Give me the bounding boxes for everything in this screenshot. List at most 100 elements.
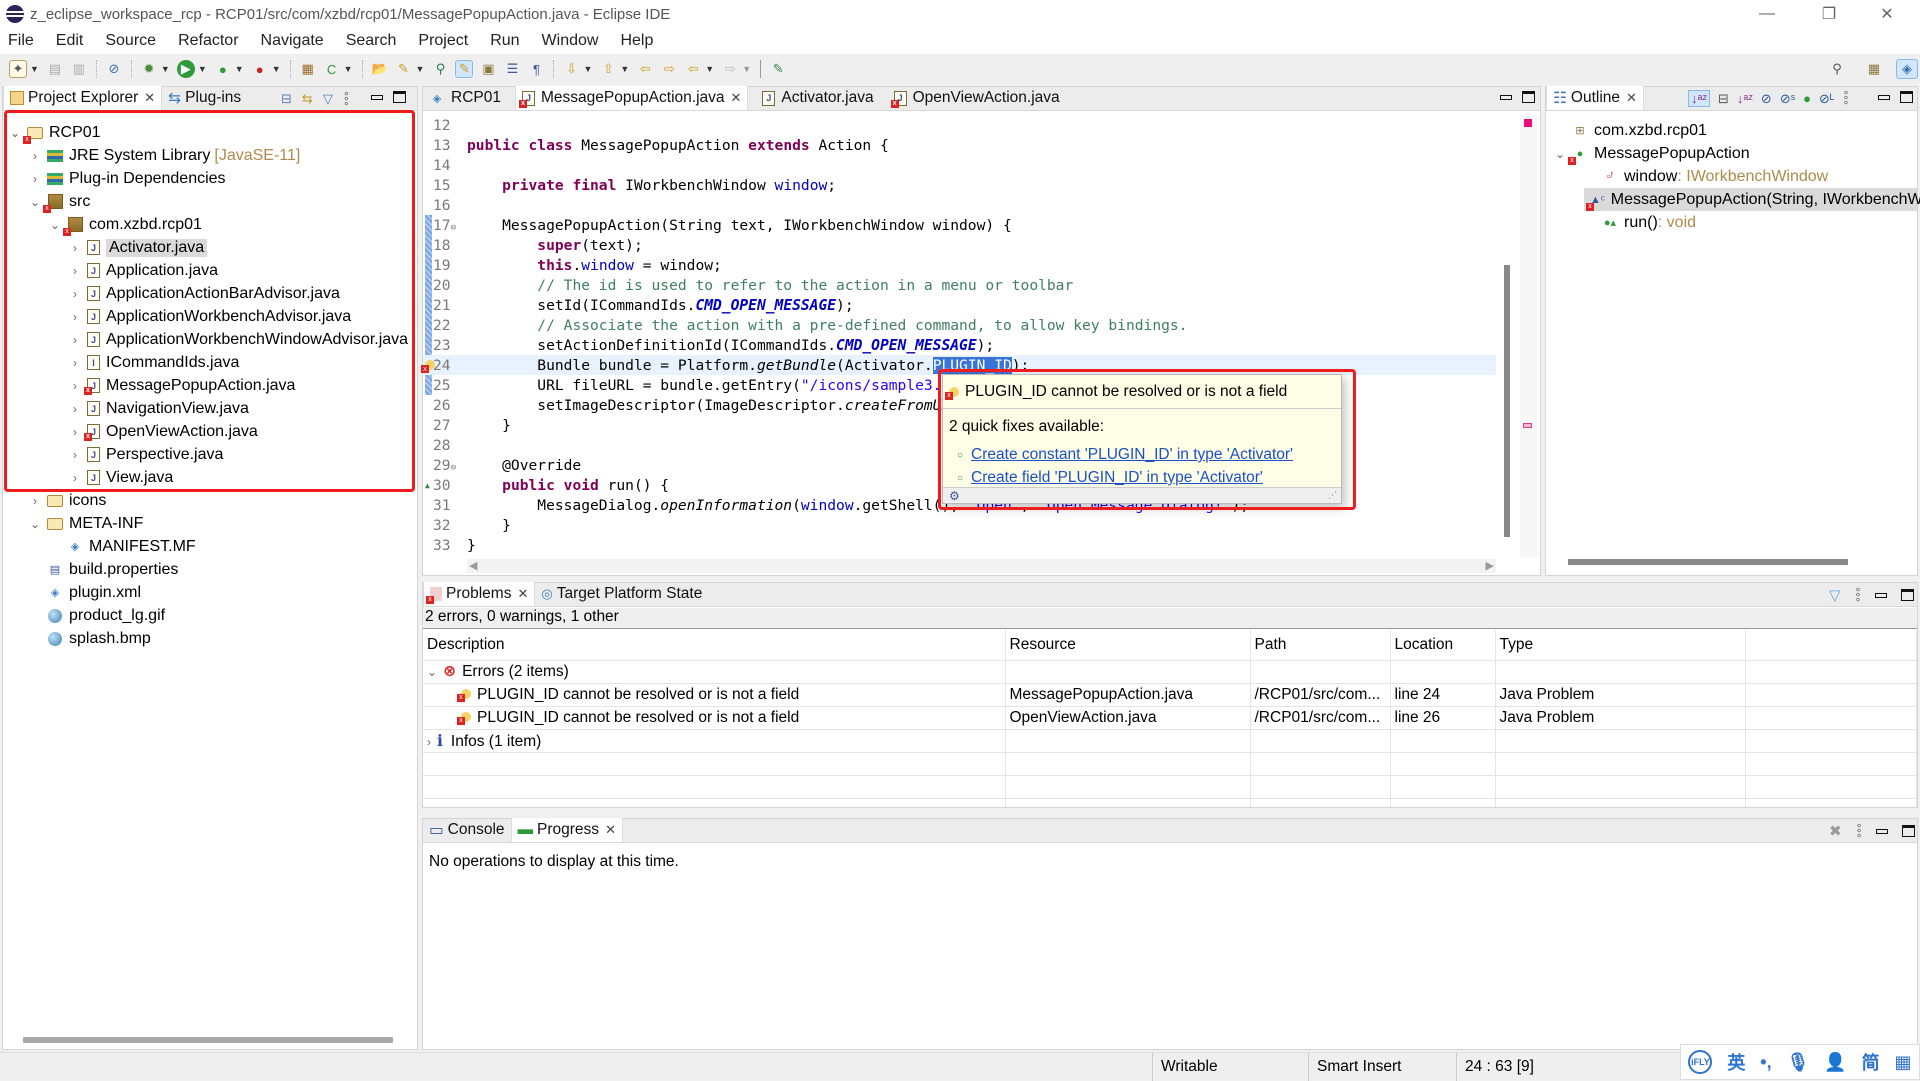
new-class-dropdown-icon[interactable]: ▼ — [344, 64, 353, 74]
coverage-dropdown-icon[interactable]: ▼ — [235, 64, 244, 74]
save-icon[interactable]: ▤ — [46, 60, 64, 78]
table-row[interactable]: PLUGIN_ID cannot be resolved or is not a… — [423, 706, 1917, 730]
tree-item[interactable]: › J ApplicationWorkbenchAdvisor.java — [69, 305, 351, 328]
chevron-right-icon[interactable]: › — [69, 356, 81, 370]
maximize-view-icon[interactable] — [1900, 589, 1914, 601]
open-task-icon[interactable]: ✎ — [395, 60, 413, 78]
quick-fix-create-field[interactable]: Create field 'PLUGIN_ID' in type 'Activa… — [971, 469, 1263, 487]
sort-icon[interactable]: ↓ᵃᶻ — [1688, 90, 1710, 107]
error-marker-icon[interactable] — [421, 360, 435, 373]
minimize-view-icon[interactable] — [371, 94, 383, 100]
chevron-right-icon[interactable]: › — [69, 287, 81, 301]
horizontal-scrollbar[interactable]: ◀ ▶ — [467, 559, 1496, 573]
outline-item[interactable]: ●▴ run() : void — [1584, 211, 1696, 234]
ime-menu-icon[interactable]: ▦ — [1894, 1052, 1911, 1073]
search-toolbar-icon[interactable]: ⚲ — [431, 60, 449, 78]
tree-item[interactable]: › JRE System Library [JavaSE-11] — [29, 144, 300, 167]
tab-outline[interactable]: ☷ Outline ✕ — [1546, 86, 1644, 110]
chevron-right-icon[interactable]: › — [427, 735, 431, 749]
back-dropdown-icon[interactable]: ▼ — [705, 64, 714, 74]
menu-refactor[interactable]: Refactor — [178, 32, 238, 50]
minimize-view-icon[interactable] — [1874, 592, 1887, 598]
chevron-right-icon[interactable]: › — [69, 471, 81, 485]
editor-tab[interactable]: J Activator.java — [756, 86, 879, 110]
chevron-right-icon[interactable]: › — [69, 333, 81, 347]
status-insert-mode[interactable]: Smart Insert — [1308, 1053, 1456, 1081]
view-menu-icon[interactable]: ∘ ∘ ∘ — [1856, 820, 1863, 841]
tree-item[interactable]: › J Perspective.java — [69, 443, 223, 466]
tree-item[interactable]: › J Application.java — [69, 259, 218, 282]
column-header-resource[interactable]: Resource — [1005, 630, 1251, 661]
close-tab-icon[interactable]: ✕ — [605, 822, 616, 838]
remove-all-finished-icon[interactable]: ✖ — [1829, 822, 1842, 840]
tree-item[interactable]: › J ApplicationWorkbenchWindowAdvisor.java — [69, 328, 408, 351]
previous-annotation-icon[interactable]: ⇧ — [599, 60, 617, 78]
outline-item[interactable]: ▲ᶜ MessagePopupAction(String, IWorkbenchW… — [1584, 188, 1920, 211]
minimize-view-icon[interactable] — [1878, 94, 1890, 100]
tree-item[interactable]: › J Activator.java — [69, 236, 208, 259]
error-overview-marker[interactable] — [1524, 119, 1532, 127]
chevron-down-icon[interactable]: ⌄ — [9, 126, 21, 140]
resize-handle-icon[interactable]: ⋰ — [1328, 490, 1337, 501]
editor-tab[interactable]: ◈ RCP01 — [423, 86, 507, 110]
problem-group-row[interactable]: › i Infos (1 item) — [423, 729, 1917, 753]
chevron-down-icon[interactable]: ⌄ — [427, 665, 437, 679]
new-icon[interactable]: ✦ — [9, 60, 27, 78]
hide-local-types-icon[interactable]: ⊘ᴸ — [1819, 91, 1834, 107]
forward-icon[interactable]: ⇨ — [721, 60, 739, 78]
hide-non-public-icon[interactable]: ● — [1803, 91, 1811, 106]
last-edit-location-icon[interactable]: ⇦ — [636, 60, 654, 78]
tree-item[interactable]: › Plug-in Dependencies — [29, 167, 226, 190]
ime-language-toggle[interactable]: 英 — [1727, 1049, 1745, 1075]
chevron-right-icon[interactable]: › — [69, 241, 81, 255]
run-icon[interactable]: ▶ — [176, 60, 195, 78]
skip-breakpoints-icon[interactable]: ⊘ — [105, 60, 123, 78]
minimize-button[interactable]: — — [1738, 0, 1796, 28]
maximize-view-icon[interactable] — [1900, 91, 1913, 103]
previous-annotation-dropdown-icon[interactable]: ▼ — [620, 64, 629, 74]
debug-dropdown-icon[interactable]: ▼ — [161, 64, 170, 74]
view-menu-icon[interactable]: ∘ ∘ ∘ — [343, 88, 350, 109]
filter-icon[interactable]: ▽ — [323, 91, 333, 107]
close-window-button[interactable]: ✕ — [1858, 0, 1916, 28]
ime-simplified-toggle[interactable]: 简 — [1862, 1049, 1880, 1075]
collapse-all-icon[interactable]: ⊟ — [281, 91, 292, 107]
chevron-down-icon[interactable]: ⌄ — [29, 517, 41, 531]
tab-target-platform-state[interactable]: ◎ Target Platform State — [535, 582, 708, 606]
tree-item[interactable]: ⌄ META-INF — [29, 512, 143, 535]
external-tools-icon[interactable]: ● — [251, 60, 269, 78]
maximize-view-icon[interactable] — [393, 91, 406, 103]
open-perspective-icon[interactable]: ▦ — [1865, 60, 1883, 78]
tab-plugins[interactable]: ⇆ Plug-ins — [162, 86, 247, 110]
menu-window[interactable]: Window — [542, 32, 599, 50]
debug-icon[interactable]: ✹ — [140, 60, 158, 78]
new-java-package-icon[interactable]: ▦ — [299, 60, 317, 78]
close-tab-icon[interactable]: ✕ — [144, 90, 155, 106]
fold-icon[interactable]: ⊖ — [451, 223, 456, 233]
open-type-icon[interactable]: 📂 — [371, 60, 389, 78]
tree-item[interactable]: ›J OpenViewAction.java — [69, 420, 258, 443]
column-header-description[interactable]: Description — [423, 630, 1006, 661]
chevron-right-icon[interactable]: › — [69, 448, 81, 462]
run-dropdown-icon[interactable]: ▼ — [198, 64, 207, 74]
tree-item[interactable]: ⌄ com.xzbd.rcp01 — [49, 213, 202, 236]
chevron-right-icon[interactable]: › — [29, 494, 41, 508]
menu-search[interactable]: Search — [346, 32, 397, 50]
plugin-development-perspective-icon[interactable]: ◈ — [1896, 59, 1918, 79]
tree-item[interactable]: › J ApplicationActionBarAdvisor.java — [69, 282, 340, 305]
tree-item[interactable]: ▤ build.properties — [29, 558, 179, 581]
tree-item[interactable]: › J NavigationView.java — [69, 397, 249, 420]
chevron-right-icon[interactable]: › — [69, 379, 81, 393]
tree-item[interactable]: › icons — [29, 489, 106, 512]
collapse-all-icon[interactable]: ⊟ — [1718, 91, 1729, 107]
menu-run[interactable]: Run — [490, 32, 519, 50]
outline-item[interactable]: ⊞ com.xzbd.rcp01 — [1554, 119, 1707, 142]
tab-console[interactable]: ▭ Console — [423, 818, 511, 842]
chevron-down-icon[interactable]: ⌄ — [1554, 147, 1566, 161]
ime-punctuation-icon[interactable]: •, — [1760, 1052, 1771, 1073]
view-menu-icon[interactable]: ∘ ∘ ∘ — [1855, 584, 1862, 605]
chevron-right-icon[interactable]: › — [69, 425, 81, 439]
toggle-block-selection-icon[interactable]: ▣ — [479, 60, 497, 78]
tree-item[interactable]: ◈ MANIFEST.MF — [49, 535, 196, 558]
editor-tab[interactable]: J MessagePopupAction.java ✕ — [514, 86, 749, 110]
